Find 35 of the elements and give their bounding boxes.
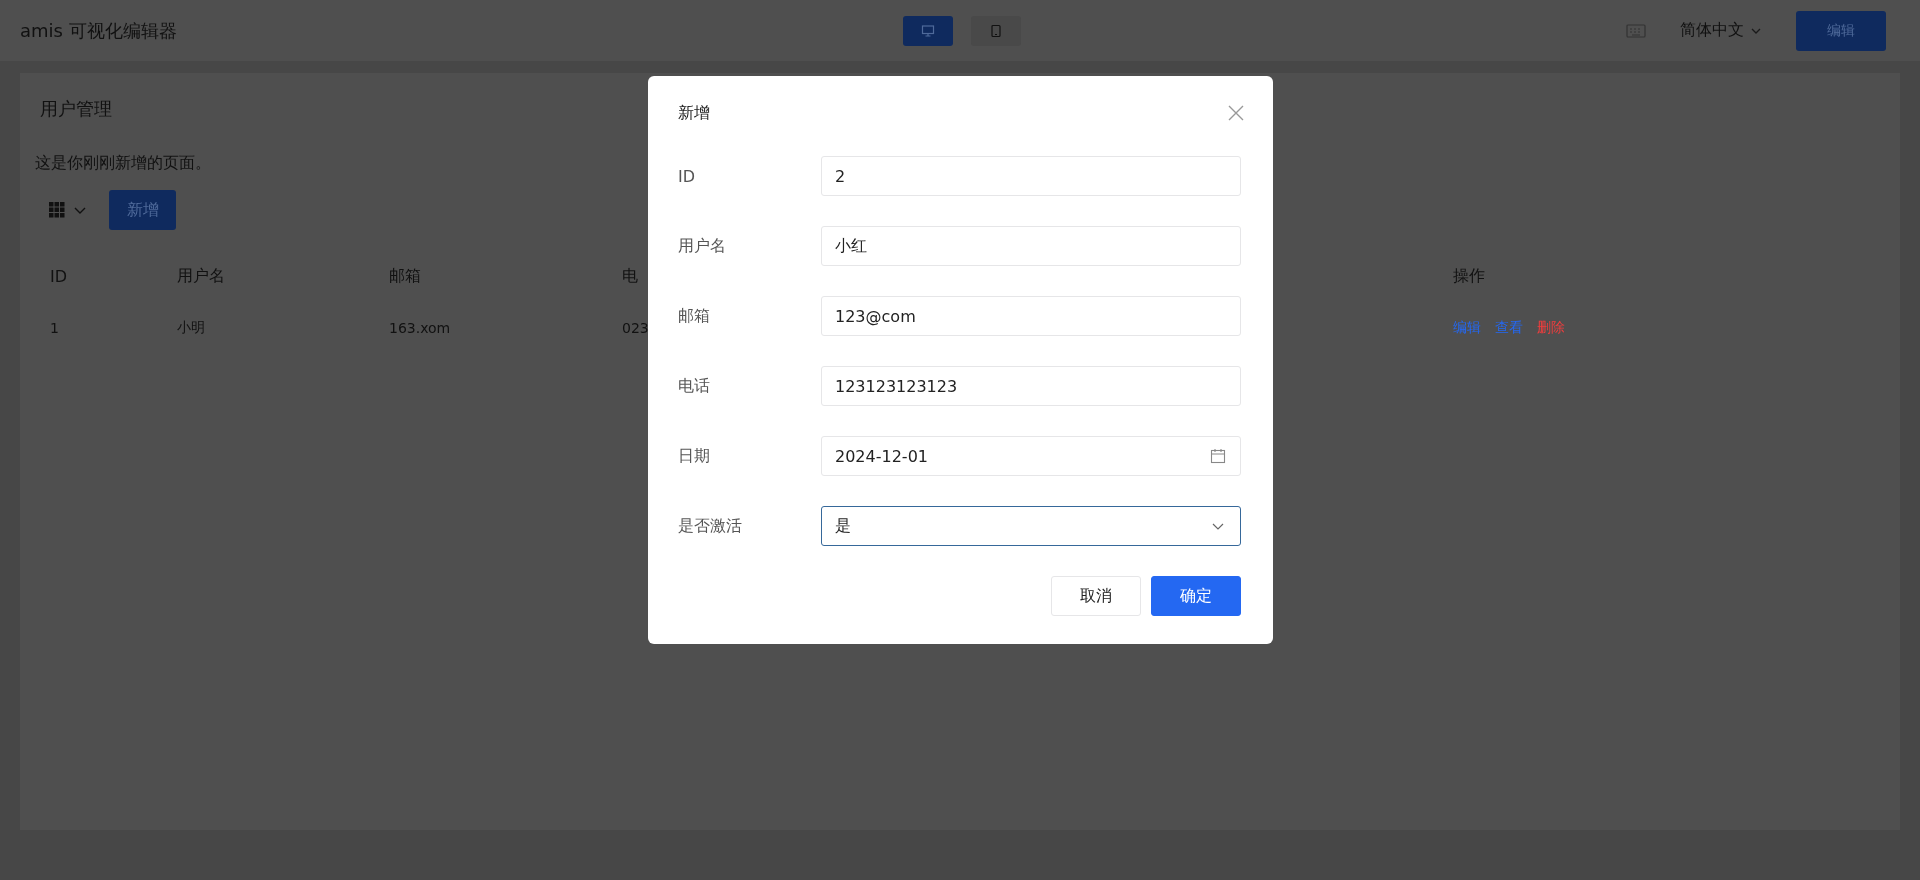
grid-icon bbox=[49, 202, 65, 218]
input-field[interactable]: 小红 bbox=[821, 226, 1241, 266]
monitor-icon bbox=[921, 24, 935, 38]
keyboard-icon[interactable] bbox=[1626, 23, 1646, 38]
column-header: 操作 bbox=[1453, 265, 1485, 287]
field-label: 是否激活 bbox=[678, 515, 743, 537]
table-cell: 1 bbox=[50, 320, 59, 336]
tablet-view-button[interactable] bbox=[971, 16, 1021, 46]
page-description: 这是你刚刚新增的页面。 bbox=[35, 153, 211, 174]
desktop-view-button[interactable] bbox=[903, 16, 953, 46]
table-cell: 163.xom bbox=[389, 320, 451, 336]
field-label: 日期 bbox=[678, 445, 711, 467]
input-field[interactable]: 123123123123 bbox=[821, 366, 1241, 406]
dialog-title: 新增 bbox=[678, 102, 710, 124]
calendar-icon bbox=[1210, 448, 1226, 464]
cancel-button[interactable]: 取消 bbox=[1051, 576, 1141, 616]
date-field[interactable]: 2024-12-01 bbox=[821, 436, 1241, 476]
field-label: ID bbox=[678, 166, 697, 186]
field-label: 用户名 bbox=[678, 235, 727, 257]
field-label: 电话 bbox=[678, 375, 711, 397]
input-field[interactable]: 123@com bbox=[821, 296, 1241, 336]
column-header: 用户名 bbox=[177, 265, 225, 287]
column-header: 电 bbox=[622, 265, 638, 287]
table-cell: 023 bbox=[622, 320, 649, 336]
close-icon[interactable] bbox=[1227, 104, 1245, 122]
field-label: 邮箱 bbox=[678, 305, 711, 327]
select-field[interactable]: 是 bbox=[821, 506, 1241, 546]
confirm-button[interactable]: 确定 bbox=[1151, 576, 1241, 616]
column-header: 邮箱 bbox=[389, 265, 421, 287]
table-cell: 小明 bbox=[177, 319, 205, 337]
app-title: amis 可视化编辑器 bbox=[20, 18, 177, 43]
column-header: ID bbox=[50, 266, 68, 286]
input-field[interactable]: 2 bbox=[821, 156, 1241, 196]
page-title: 用户管理 bbox=[39, 97, 113, 121]
tablet-icon bbox=[989, 24, 1003, 38]
